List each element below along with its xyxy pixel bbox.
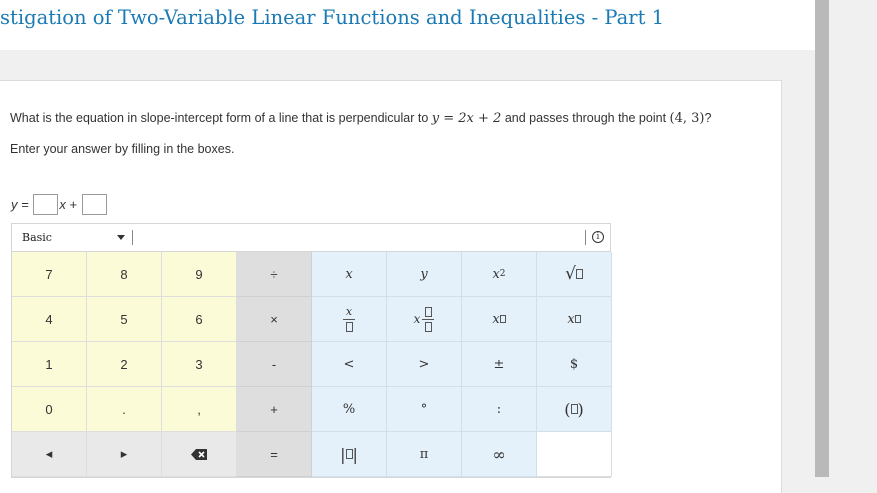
- key-equals[interactable]: =: [237, 432, 312, 477]
- key-x-over-box[interactable]: x: [312, 297, 387, 342]
- placeholder-box-icon: [345, 449, 353, 459]
- key-x-squared-base: x: [492, 266, 500, 282]
- key-infinity[interactable]: ∞: [462, 432, 537, 477]
- backspace-icon: [191, 448, 207, 460]
- divider: [132, 230, 133, 245]
- key-5[interactable]: 5: [87, 297, 162, 342]
- question-suffix: ?: [704, 111, 712, 125]
- key-7[interactable]: 7: [12, 252, 87, 297]
- key-8[interactable]: 8: [87, 252, 162, 297]
- mixed-whole: x: [413, 312, 421, 326]
- fraction-icon: x: [343, 306, 355, 332]
- answer-row: y = x +: [11, 193, 108, 215]
- math-keypad: Basic i 7 8 9 ÷ x y x2 √ 4 5 6 × x x x x…: [11, 223, 612, 478]
- slope-input[interactable]: [33, 193, 59, 215]
- placeholder-box-icon: [345, 322, 353, 332]
- fraction-bar: [422, 318, 435, 320]
- key-less-than[interactable]: <: [312, 342, 387, 387]
- abs-bar-right: |: [352, 444, 358, 464]
- key-cursor-right[interactable]: ▸: [87, 432, 162, 477]
- fraction-top: x: [345, 305, 353, 318]
- chevron-down-icon[interactable]: [117, 235, 125, 240]
- key-empty: [537, 432, 612, 477]
- key-4[interactable]: 4: [12, 297, 87, 342]
- power-base: x: [492, 311, 500, 327]
- info-icon[interactable]: i: [592, 231, 604, 243]
- key-0[interactable]: 0: [12, 387, 87, 432]
- fraction-bar: [343, 319, 355, 320]
- placeholder-box-icon: [574, 315, 581, 323]
- key-1[interactable]: 1: [12, 342, 87, 387]
- key-comma[interactable]: ,: [162, 387, 237, 432]
- fraction-icon: [422, 306, 435, 332]
- scrollbar[interactable]: [815, 0, 829, 477]
- answer-lhs: y =: [11, 196, 29, 212]
- key-times[interactable]: ×: [237, 297, 312, 342]
- placeholder-box-icon: [424, 321, 432, 332]
- keypad-mode-select[interactable]: Basic: [22, 231, 52, 244]
- question-text: What is the equation in slope-intercept …: [10, 111, 711, 126]
- key-minus[interactable]: -: [237, 342, 312, 387]
- key-pi[interactable]: π: [387, 432, 462, 477]
- key-cursor-left[interactable]: ◂: [12, 432, 87, 477]
- key-6[interactable]: 6: [162, 297, 237, 342]
- question-prefix: What is the equation in slope-intercept …: [10, 111, 429, 125]
- placeholder-box-icon: [499, 315, 506, 323]
- answer-x: x: [59, 196, 66, 212]
- key-backspace[interactable]: [162, 432, 237, 477]
- placeholder-box-icon: [575, 269, 583, 279]
- question-equation: y = 2x + 2: [431, 111, 502, 126]
- placeholder-box-icon: [570, 404, 578, 414]
- key-absolute-value[interactable]: | |: [312, 432, 387, 477]
- question-point: (4, 3): [669, 111, 705, 126]
- key-x-squared[interactable]: x2: [462, 252, 537, 297]
- key-y-label: y: [420, 266, 428, 282]
- key-y[interactable]: y: [387, 252, 462, 297]
- key-x-squared-exp: 2: [499, 269, 506, 279]
- key-greater-than[interactable]: >: [387, 342, 462, 387]
- keypad-header: Basic i: [12, 224, 610, 252]
- key-x-power[interactable]: x: [462, 297, 537, 342]
- key-decimal[interactable]: .: [87, 387, 162, 432]
- key-parentheses[interactable]: (): [537, 387, 612, 432]
- sqrt-icon: √: [565, 264, 576, 284]
- key-plus[interactable]: +: [237, 387, 312, 432]
- question-middle: and passes through the point: [504, 111, 667, 125]
- instruction-text: Enter your answer by filling in the boxe…: [10, 142, 235, 156]
- key-percent[interactable]: %: [312, 387, 387, 432]
- key-x-subscript[interactable]: x: [537, 297, 612, 342]
- key-colon[interactable]: :: [462, 387, 537, 432]
- key-plus-minus[interactable]: ±: [462, 342, 537, 387]
- key-3[interactable]: 3: [162, 342, 237, 387]
- lesson-title: stigation of Two-Variable Linear Functio…: [0, 6, 665, 29]
- key-sqrt[interactable]: √: [537, 252, 612, 297]
- key-mixed-fraction[interactable]: x: [387, 297, 462, 342]
- keypad-grid: 7 8 9 ÷ x y x2 √ 4 5 6 × x x x x 1 2 3 -…: [12, 252, 612, 477]
- key-2[interactable]: 2: [87, 342, 162, 387]
- paren-right: ): [577, 399, 584, 419]
- intercept-input[interactable]: [81, 193, 107, 215]
- answer-plus: +: [69, 196, 78, 212]
- subscript-base: x: [567, 311, 575, 327]
- placeholder-box-icon: [424, 306, 432, 317]
- key-dollar[interactable]: $: [537, 342, 612, 387]
- top-bar: stigation of Two-Variable Linear Functio…: [0, 0, 815, 50]
- divider: [585, 230, 586, 245]
- key-x[interactable]: x: [312, 252, 387, 297]
- key-divide[interactable]: ÷: [237, 252, 312, 297]
- key-degree[interactable]: °: [387, 387, 462, 432]
- key-9[interactable]: 9: [162, 252, 237, 297]
